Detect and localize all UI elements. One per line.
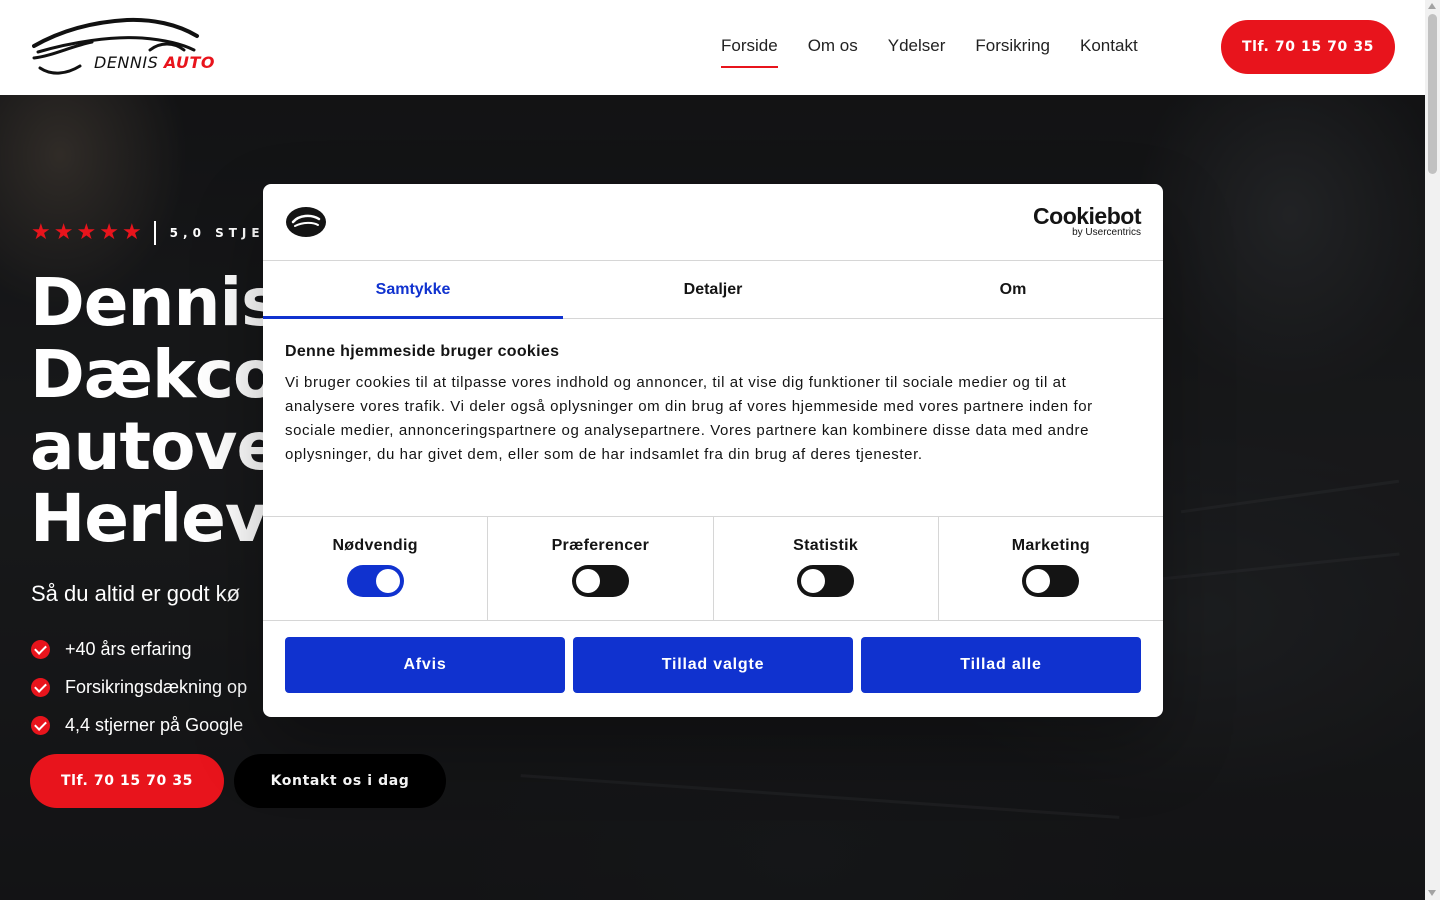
- rating-divider: [153, 221, 156, 245]
- tab-detaljer[interactable]: Detaljer: [563, 261, 863, 318]
- main-nav: Forside Om os Ydelser Forsikring Kontakt: [721, 36, 1138, 68]
- list-item: Forsikringsdækning op: [31, 668, 247, 706]
- benefits-list: +40 års erfaring Forsikringsdækning op 4…: [31, 630, 247, 744]
- cookie-dialog-header: Cookiebot by Usercentrics: [263, 184, 1163, 261]
- check-circle-icon: [31, 639, 50, 659]
- tab-samtykke[interactable]: Samtykke: [263, 261, 563, 319]
- toggle-knob: [801, 569, 826, 593]
- list-item: +40 års erfaring: [31, 630, 247, 668]
- toggle-cell-praeferencer: Præferencer: [488, 517, 714, 620]
- allow-selected-button[interactable]: Tillad valgte: [573, 637, 853, 693]
- hero-title-line: Herlev: [30, 480, 268, 557]
- logo-word-dennis: DENNIS: [94, 53, 159, 72]
- check-circle-icon: [31, 677, 50, 697]
- toggle-cell-marketing: Marketing: [939, 517, 1163, 620]
- toggle-label: Nødvendig: [332, 537, 418, 554]
- star-icon: ★: [99, 220, 119, 245]
- hero-title-line: autove: [30, 408, 281, 485]
- contact-us-button[interactable]: Kontakt os i dag: [234, 754, 446, 808]
- toggle-knob: [1026, 569, 1051, 593]
- cookie-description: Denne hjemmeside bruger cookies Vi bruge…: [263, 319, 1163, 517]
- star-icon: ★: [31, 220, 51, 245]
- cookie-actions: Afvis Tillad valgte Tillad alle: [263, 621, 1163, 693]
- cookie-body-text: Vi bruger cookies til at tilpasse vores …: [285, 374, 1093, 463]
- toggle-label: Marketing: [1011, 537, 1091, 554]
- cookie-category-toggles: Nødvendig Præferencer Statistik Marketin…: [263, 517, 1163, 621]
- nav-item-forside[interactable]: Forside: [721, 36, 778, 68]
- preferences-toggle[interactable]: [571, 565, 629, 597]
- star-icon: ★: [121, 220, 142, 245]
- hero-title-line: Dennis: [30, 264, 280, 341]
- marketing-toggle[interactable]: [1022, 565, 1080, 597]
- cookie-tabs: Samtykke Detaljer Om: [263, 261, 1163, 319]
- hero-phone-button[interactable]: Tlf. 70 15 70 35: [30, 754, 224, 808]
- cookiebot-byline: by Usercentrics: [1072, 227, 1141, 238]
- nav-item-om-os[interactable]: Om os: [808, 36, 858, 56]
- cookie-consent-dialog: Cookiebot by Usercentrics Samtykke Detal…: [263, 184, 1163, 717]
- benefit-label: +40 års erfaring: [65, 638, 192, 659]
- cookie-heading: Denne hjemmeside bruger cookies: [285, 343, 560, 360]
- toggle-label: Statistik: [793, 537, 859, 554]
- benefit-label: Forsikringsdækning op: [65, 676, 248, 697]
- toggle-cell-noedvendig: Nødvendig: [263, 517, 489, 620]
- scroll-down-arrow-icon[interactable]: [1428, 890, 1436, 896]
- benefit-label: 4,4 stjerner på Google: [65, 714, 244, 735]
- scroll-up-arrow-icon[interactable]: [1428, 3, 1436, 9]
- nav-item-ydelser[interactable]: Ydelser: [888, 36, 946, 56]
- toggle-cell-statistik: Statistik: [714, 517, 939, 620]
- cookiebot-name: Cookiebot: [1033, 203, 1141, 229]
- star-rating: ★ ★ ★ ★ ★: [31, 222, 142, 244]
- check-circle-icon: [31, 715, 50, 735]
- dennis-auto-logo[interactable]: DENNIS AUTO: [32, 16, 215, 78]
- allow-all-button[interactable]: Tillad alle: [861, 637, 1141, 693]
- header-phone-button[interactable]: Tlf. 70 15 70 35: [1221, 20, 1395, 74]
- toggle-knob: [375, 569, 400, 593]
- hero-subtitle: Så du altid er godt kø: [31, 581, 241, 606]
- page-scrollbar[interactable]: [1425, 0, 1440, 900]
- toggle-label: Præferencer: [551, 537, 650, 554]
- logo-wordmark: DENNIS AUTO: [94, 53, 215, 72]
- reject-button[interactable]: Afvis: [285, 637, 565, 693]
- necessary-toggle[interactable]: [346, 565, 404, 597]
- list-item: 4,4 stjerner på Google: [31, 706, 247, 744]
- star-icon: ★: [76, 220, 97, 245]
- nav-item-kontakt[interactable]: Kontakt: [1080, 36, 1138, 56]
- site-logo-badge-icon: [286, 207, 326, 237]
- statistics-toggle[interactable]: [797, 565, 855, 597]
- logo-word-auto: AUTO: [163, 53, 216, 72]
- scrollbar-thumb[interactable]: [1428, 14, 1437, 174]
- star-icon: ★: [53, 220, 74, 245]
- rating-row: ★ ★ ★ ★ ★ 5,0 STJE: [31, 221, 265, 245]
- site-header: DENNIS AUTO Forside Om os Ydelser Forsik…: [0, 0, 1425, 95]
- tab-om[interactable]: Om: [863, 261, 1163, 318]
- hero-title-line: Dækco: [30, 336, 278, 413]
- nav-item-forsikring[interactable]: Forsikring: [975, 36, 1050, 56]
- hero-title: Dennis Dækco autove Herlev: [30, 264, 281, 557]
- cookiebot-logo[interactable]: Cookiebot by Usercentrics: [1033, 204, 1141, 238]
- rating-text: 5,0 STJE: [169, 226, 265, 240]
- toggle-knob: [575, 569, 600, 593]
